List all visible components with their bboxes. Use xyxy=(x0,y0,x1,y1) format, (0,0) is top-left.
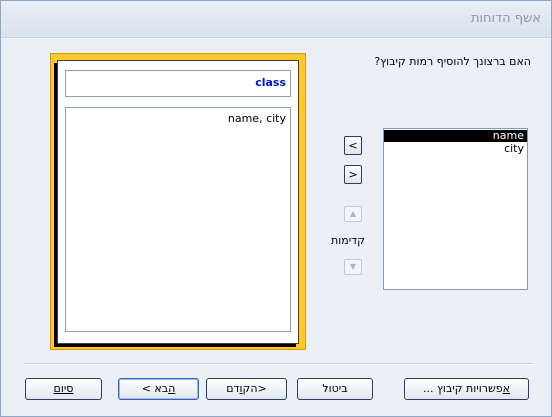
back-label-end: דם xyxy=(226,382,240,395)
preview-detail-label: name, city xyxy=(227,112,286,125)
preview-group-label: class xyxy=(255,76,286,89)
window-title: אשף הדוחות xyxy=(470,11,541,26)
field-item-name[interactable]: name xyxy=(384,130,527,142)
next-label: בא > xyxy=(141,382,169,395)
preview-detail-area: name, city xyxy=(65,107,291,332)
preview-group-header: class xyxy=(65,70,291,97)
preview-sheet: class name, city xyxy=(57,60,299,344)
grouping-options-hotkey: א xyxy=(502,382,510,395)
cancel-label: ביטול xyxy=(322,382,348,395)
priority-down-button[interactable]: ▼ xyxy=(344,259,362,275)
next-button[interactable]: הבא > xyxy=(118,378,199,400)
grouping-options-label: פשרויות קיבוץ ... xyxy=(423,382,503,395)
cancel-button[interactable]: ביטול xyxy=(297,378,373,400)
next-hotkey: ה xyxy=(168,382,176,395)
finish-button[interactable]: סיום xyxy=(25,378,102,400)
field-item-city[interactable]: city xyxy=(384,143,527,155)
finish-label: סיום xyxy=(53,382,74,395)
separator-line xyxy=(23,363,533,365)
report-wizard-dialog: אשף הדוחות האם ברצונך להוסיף רמות קיבוץ?… xyxy=(0,0,552,417)
grouping-question: האם ברצונך להוסיף רמות קיבוץ? xyxy=(374,55,531,68)
remove-grouping-button[interactable]: > xyxy=(344,165,362,184)
back-button[interactable]: <הקודם xyxy=(206,378,287,400)
back-label-start: <הק xyxy=(242,382,267,395)
arrow-up-icon: ▲ xyxy=(349,209,357,218)
priority-up-button[interactable]: ▲ xyxy=(344,206,362,222)
add-grouping-button[interactable]: < xyxy=(344,136,362,155)
grouping-preview: class name, city xyxy=(50,53,306,350)
title-bar: אשף הדוחות xyxy=(1,1,551,38)
arrow-down-icon: ▼ xyxy=(349,262,357,271)
priority-label: קדימות xyxy=(331,234,365,247)
grouping-options-button[interactable]: אפשרויות קיבוץ ... xyxy=(404,378,529,400)
field-list[interactable]: name city xyxy=(383,128,528,290)
